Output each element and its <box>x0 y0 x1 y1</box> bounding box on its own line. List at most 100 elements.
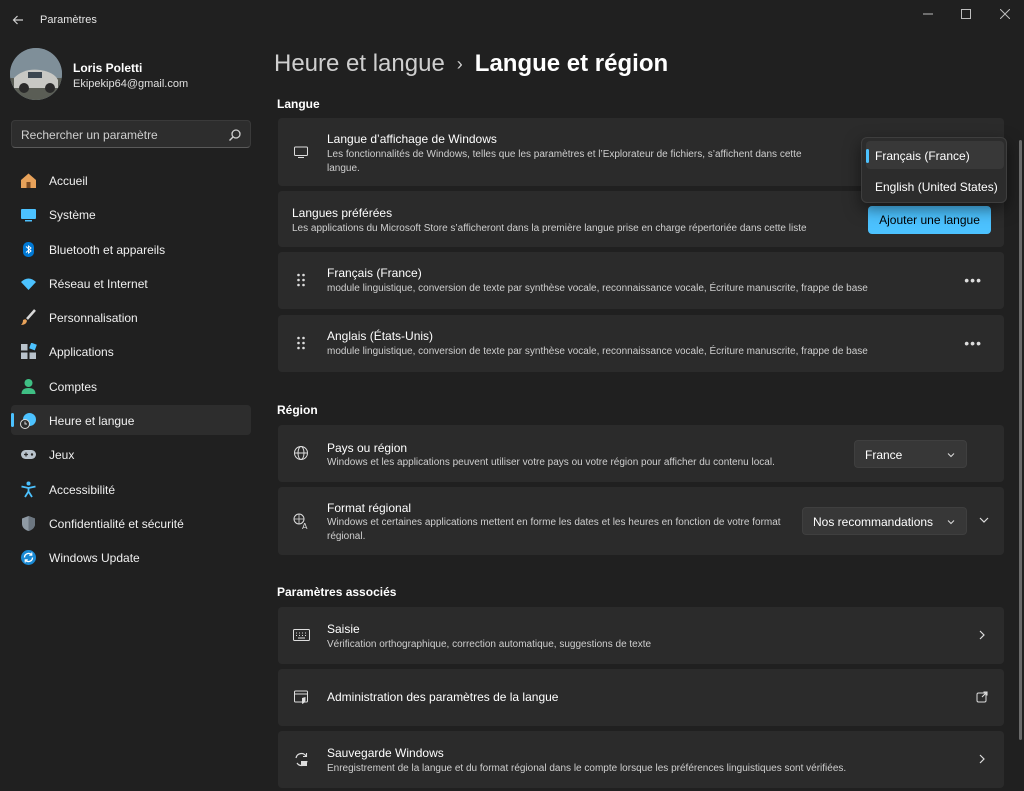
sidebar-item-comptes[interactable]: Comptes <box>11 371 251 401</box>
language-item[interactable]: Anglais (États-Unis) module linguistique… <box>278 315 1004 372</box>
section-title-langue: Langue <box>277 97 320 111</box>
preferred-languages-desc: Les applications du Microsoft Store s’af… <box>292 223 807 234</box>
sidebar-item-windows-update[interactable]: Windows Update <box>11 542 251 572</box>
related-item-desc: Enregistrement de la langue et du format… <box>327 763 847 774</box>
sidebar-item-bluetooth[interactable]: Bluetooth et appareils <box>11 234 251 264</box>
regional-format-card: A Format régional Windows et certaines a… <box>278 487 1004 555</box>
maximize-icon <box>961 9 971 19</box>
window-title: Paramètres <box>40 14 97 26</box>
dropdown-option-label: English (United States) <box>875 180 998 194</box>
main-content: Heure et langue › Langue et région Langu… <box>262 40 1024 791</box>
system-icon <box>20 206 37 223</box>
country-region-desc: Windows et les applications peuvent util… <box>327 457 775 468</box>
sidebar-item-systeme[interactable]: Système <box>11 199 251 229</box>
search-input[interactable]: Rechercher un paramètre <box>11 120 251 148</box>
regional-format-value: Nos recommandations <box>813 515 934 529</box>
sidebar-item-personnalisation[interactable]: Personnalisation <box>11 302 251 332</box>
sidebar-item-accueil[interactable]: Accueil <box>11 165 251 195</box>
dropdown-option-english[interactable]: English (United States) <box>866 172 1004 200</box>
admin-language-icon <box>292 688 310 706</box>
breadcrumb: Heure et langue › Langue et région <box>274 50 668 78</box>
sidebar-item-confidentialite[interactable]: Confidentialité et sécurité <box>11 508 251 538</box>
display-language-title: Langue d’affichage de Windows <box>327 132 497 146</box>
close-button[interactable] <box>985 4 1024 24</box>
minimize-icon <box>923 13 933 15</box>
keyboard-icon <box>292 626 310 644</box>
backup-icon <box>292 750 310 768</box>
back-button[interactable] <box>6 8 30 32</box>
chevron-right-icon <box>979 630 985 640</box>
dropdown-option-francais[interactable]: Français (France) <box>866 141 1004 169</box>
more-options-button[interactable]: ••• <box>964 335 982 351</box>
breadcrumb-parent[interactable]: Heure et langue <box>274 50 445 78</box>
language-name: Anglais (États-Unis) <box>327 329 434 343</box>
title-bar: Paramètres <box>0 0 1024 40</box>
dropdown-option-label: Français (France) <box>875 149 970 163</box>
minimize-button[interactable] <box>908 4 948 24</box>
sidebar-item-label: Heure et langue <box>49 414 135 429</box>
brush-icon <box>20 309 37 326</box>
sidebar-item-label: Accueil <box>49 174 88 188</box>
monitor-icon <box>292 143 310 161</box>
sidebar-item-label: Personnalisation <box>49 311 138 326</box>
related-item-saisie[interactable]: Saisie Vérification orthographique, corr… <box>278 607 1004 664</box>
apps-icon <box>20 343 37 360</box>
sidebar-item-label: Comptes <box>49 379 98 394</box>
related-item-administration[interactable]: Administration des paramètres de la lang… <box>278 669 1004 726</box>
user-email: Ekipekip64@gmail.com <box>73 78 189 90</box>
regional-format-desc: Windows et certaines applications metten… <box>327 517 781 542</box>
sidebar-item-jeux[interactable]: Jeux <box>11 439 251 469</box>
wifi-icon <box>20 275 37 292</box>
sidebar-nav: Accueil Système Bluetooth et appareils R… <box>11 165 251 577</box>
section-title-region: Région <box>277 403 318 417</box>
display-language-desc: Les fonctionnalités de Windows, telles q… <box>327 149 802 174</box>
regional-format-select[interactable]: Nos recommandations <box>802 507 967 535</box>
language-features: module linguistique, conversion de texte… <box>327 346 868 357</box>
maximize-button[interactable] <box>946 4 986 24</box>
shield-icon <box>20 515 37 532</box>
avatar <box>10 48 62 100</box>
more-options-button[interactable]: ••• <box>964 272 982 288</box>
expand-chevron-icon[interactable] <box>978 514 990 526</box>
sidebar-item-reseau[interactable]: Réseau et Internet <box>11 268 251 298</box>
scrollbar[interactable] <box>1019 140 1022 740</box>
sidebar-item-label: Accessibilité <box>49 482 116 497</box>
sidebar-item-label: Windows Update <box>49 551 140 566</box>
sidebar: Loris Poletti Ekipekip64@gmail.com Reche… <box>0 40 262 791</box>
related-item-title: Administration des paramètres de la lang… <box>327 690 559 704</box>
accessibility-icon <box>20 481 37 498</box>
drag-handle-icon[interactable] <box>292 334 310 352</box>
profile[interactable]: Loris Poletti Ekipekip64@gmail.com <box>10 48 260 104</box>
svg-text:A: A <box>302 522 308 530</box>
breadcrumb-separator: › <box>456 53 463 74</box>
account-icon <box>20 378 37 395</box>
update-icon <box>20 549 37 566</box>
external-link-icon <box>976 691 988 703</box>
country-region-card: Pays ou région Windows et les applicatio… <box>278 425 1004 482</box>
sidebar-item-applications[interactable]: Applications <box>11 336 251 366</box>
related-item-sauvegarde[interactable]: Sauvegarde Windows Enregistrement de la … <box>278 731 1004 788</box>
time-language-icon <box>20 412 37 430</box>
display-language-dropdown[interactable]: Français (France) English (United States… <box>861 137 1007 203</box>
sidebar-item-label: Applications <box>49 345 114 360</box>
country-select-value: France <box>865 448 903 462</box>
country-select[interactable]: France <box>854 440 967 468</box>
country-region-title: Pays ou région <box>327 441 408 455</box>
sidebar-item-accessibilite[interactable]: Accessibilité <box>11 474 251 504</box>
chevron-right-icon <box>979 754 985 764</box>
language-item[interactable]: Français (France) module linguistique, c… <box>278 252 1004 309</box>
gamepad-icon <box>20 446 37 463</box>
drag-handle-icon[interactable] <box>292 271 310 289</box>
language-features: module linguistique, conversion de texte… <box>327 283 868 294</box>
chevron-down-icon <box>947 520 955 525</box>
home-icon <box>20 172 37 189</box>
sidebar-item-label: Système <box>49 208 96 223</box>
preferred-languages-title: Langues préférées <box>292 206 393 220</box>
search-icon <box>229 129 241 141</box>
sidebar-item-label: Jeux <box>49 448 75 463</box>
page-title: Langue et région <box>474 50 669 77</box>
bluetooth-icon <box>20 241 37 258</box>
sidebar-item-heure-langue[interactable]: Heure et langue <box>11 405 251 436</box>
add-language-button[interactable]: Ajouter une langue <box>868 206 991 234</box>
close-icon <box>1000 9 1010 19</box>
